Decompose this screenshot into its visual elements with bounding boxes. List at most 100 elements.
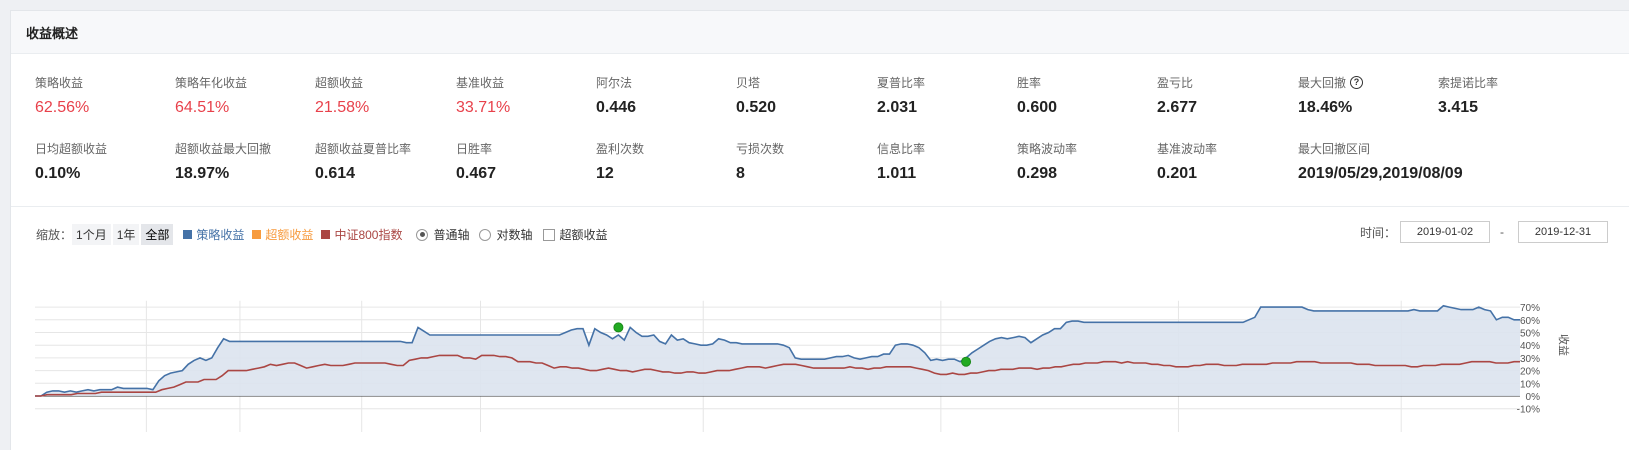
returns-chart[interactable]: -10% 0% 10%20% 30% 40%50% 60% 70% 收益: [0, 236, 1629, 436]
metric-item: 超额收益 21.58%: [315, 74, 450, 117]
metric-label-text: 日均超额收益: [35, 142, 108, 156]
metric-item: 基准收益 33.71%: [456, 74, 591, 117]
metric-item: 最大回撤区间 2019/05/29,2019/08/09: [1298, 140, 1528, 183]
metric-value: 1.011: [877, 165, 917, 182]
metric-label: 超额收益夏普比率: [315, 140, 450, 157]
metric-label-text: 策略波动率: [1017, 142, 1078, 156]
metric-label: 超额收益最大回撤: [175, 140, 310, 157]
metric-label-text: 超额收益最大回撤: [175, 142, 272, 156]
metric-item: 夏普比率 2.031: [877, 74, 1012, 117]
y-tick-label: 30%: [1520, 354, 1540, 365]
metric-label: 阿尔法: [596, 74, 731, 91]
metric-value: 0.520: [736, 99, 777, 116]
metric-label: 基准波动率: [1157, 140, 1292, 157]
metric-item: 策略收益 62.56%: [35, 74, 170, 117]
metric-value: 0.600: [1017, 99, 1058, 116]
metric-label-text: 基准波动率: [1157, 142, 1218, 156]
metric-label-text: 策略收益: [35, 76, 84, 90]
metric-value: 2019/05/29,2019/08/09: [1298, 165, 1463, 182]
y-tick-label: 70%: [1520, 303, 1540, 314]
metric-item: 贝塔 0.520: [736, 74, 871, 117]
metric-label-text: 超额收益: [315, 76, 364, 90]
drawdown-marker[interactable]: [613, 322, 624, 333]
metric-item: 日均超额收益 0.10%: [35, 140, 170, 183]
metric-label-text: 亏损次数: [736, 142, 785, 156]
metric-label-text: 夏普比率: [877, 76, 926, 90]
metric-label-text: 索提诺比率: [1438, 76, 1499, 90]
metric-value: 0.614: [315, 165, 356, 182]
metric-label: 夏普比率: [877, 74, 1012, 91]
metric-item: 亏损次数 8: [736, 140, 871, 183]
help-icon[interactable]: ?: [1350, 76, 1364, 89]
metric-value: 64.51%: [175, 99, 230, 116]
y-tick-label: 40%: [1520, 341, 1540, 352]
metric-item: 盈利次数 12: [596, 140, 731, 183]
metric-item: 阿尔法 0.446: [596, 74, 731, 117]
metric-label: 日均超额收益: [35, 140, 170, 157]
metric-item: 基准波动率 0.201: [1157, 140, 1292, 183]
metric-value: 0.10%: [35, 165, 81, 182]
panel-header: 收益概述: [11, 11, 1629, 54]
metric-item: 盈亏比 2.677: [1157, 74, 1292, 117]
y-tick-label: 20%: [1520, 367, 1540, 378]
metric-label: 策略波动率: [1017, 140, 1152, 157]
y-tick-label: -10%: [1517, 405, 1540, 416]
metric-value: 2.677: [1157, 99, 1198, 116]
metric-label: 亏损次数: [736, 140, 871, 157]
metric-item: 信息比率 1.011: [877, 140, 1012, 183]
metric-item: 超额收益夏普比率 0.614: [315, 140, 450, 183]
metric-label-text: 阿尔法: [596, 76, 633, 90]
metric-value: 0.298: [1017, 165, 1058, 182]
metric-label: 最大回撤区间: [1298, 140, 1528, 157]
y-tick-label: 0%: [1526, 392, 1541, 403]
metric-value: 18.97%: [175, 165, 230, 182]
metric-label: 最大回撤?: [1298, 74, 1433, 91]
metric-item: 策略波动率 0.298: [1017, 140, 1152, 183]
metric-value: 18.46%: [1298, 99, 1353, 116]
metric-value: 62.56%: [35, 99, 90, 116]
metric-item: 索提诺比率 3.415: [1438, 74, 1573, 117]
metric-value: 2.031: [877, 99, 918, 116]
metric-label: 日胜率: [456, 140, 591, 157]
metric-value: 0.467: [456, 165, 497, 182]
metric-label-text: 策略年化收益: [175, 76, 248, 90]
metric-label-text: 基准收益: [456, 76, 505, 90]
metric-value: 0.201: [1157, 165, 1198, 182]
metric-value: 0.446: [596, 99, 637, 116]
metric-label-text: 最大回撤区间: [1298, 142, 1371, 156]
metric-label: 盈利次数: [596, 140, 731, 157]
metric-label: 策略年化收益: [175, 74, 310, 91]
metric-label: 基准收益: [456, 74, 591, 91]
metric-item: 胜率 0.600: [1017, 74, 1152, 117]
y-tick-label: 10%: [1520, 379, 1540, 390]
metric-item: 日胜率 0.467: [456, 140, 591, 183]
y-axis-title: 收益: [1557, 334, 1571, 356]
metric-label-text: 日胜率: [456, 142, 493, 156]
drawdown-marker[interactable]: [961, 356, 972, 367]
metric-value: 33.71%: [456, 99, 511, 116]
metric-label: 贝塔: [736, 74, 871, 91]
metric-label: 索提诺比率: [1438, 74, 1573, 91]
metric-label: 胜率: [1017, 74, 1152, 91]
metric-label: 策略收益: [35, 74, 170, 91]
metric-label-text: 最大回撤: [1298, 76, 1347, 90]
metric-label-text: 超额收益夏普比率: [315, 142, 412, 156]
metric-label: 信息比率: [877, 140, 1012, 157]
metric-label: 盈亏比: [1157, 74, 1292, 91]
metric-label-text: 贝塔: [736, 76, 761, 90]
metrics-grid: 策略收益 62.56% 策略年化收益 64.51% 超额收益 21.58% 基准收益 33.7…: [11, 54, 1629, 207]
y-tick-label: 50%: [1520, 329, 1540, 340]
metric-item: 策略年化收益 64.51%: [175, 74, 310, 117]
metric-value: 8: [736, 165, 745, 182]
metric-label-text: 盈利次数: [596, 142, 645, 156]
metric-value: 3.415: [1438, 99, 1479, 116]
y-tick-label: 60%: [1520, 316, 1540, 327]
metric-item: 最大回撤? 18.46%: [1298, 74, 1433, 117]
metric-label-text: 信息比率: [877, 142, 926, 156]
metric-value: 12: [596, 165, 614, 182]
metric-label-text: 胜率: [1017, 76, 1042, 90]
metric-label: 超额收益: [315, 74, 450, 91]
panel-title: 收益概述: [26, 25, 79, 41]
metric-item: 超额收益最大回撤 18.97%: [175, 140, 310, 183]
metric-label-text: 盈亏比: [1157, 76, 1194, 90]
